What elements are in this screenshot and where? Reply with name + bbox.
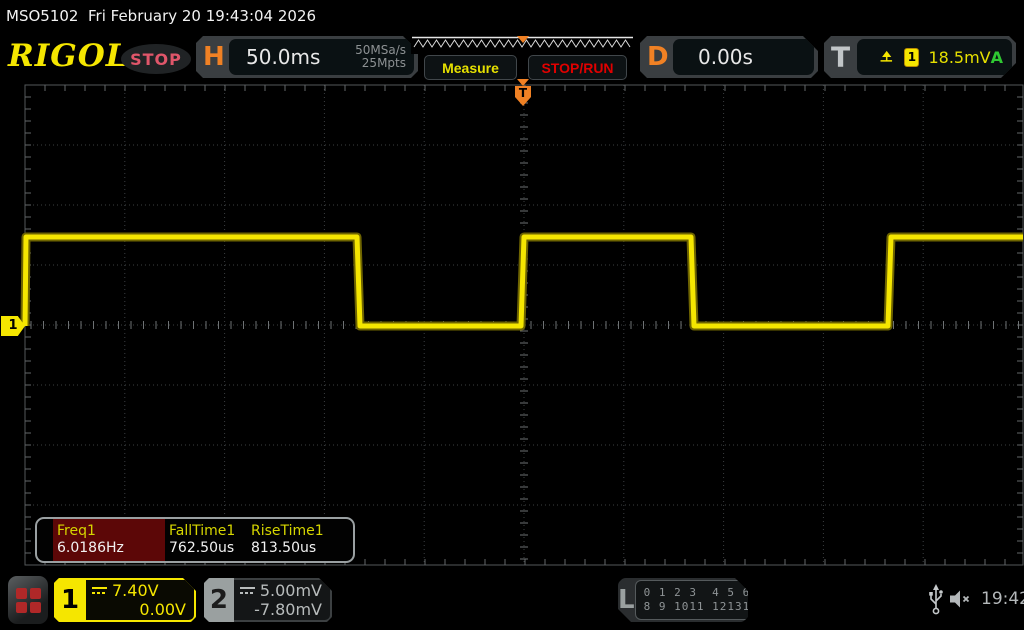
measurement-label: Freq1 bbox=[57, 523, 161, 540]
measurement-value: 813.50us bbox=[251, 540, 324, 557]
measurement-risetime1: RiseTime1 813.50us bbox=[247, 519, 328, 561]
measurement-freq1: Freq1 6.0186Hz bbox=[53, 519, 165, 561]
channel2-badge: 2 bbox=[204, 578, 234, 622]
logic-badge: L bbox=[618, 585, 635, 615]
channel1-values: 7.40V 0.00V bbox=[86, 580, 194, 620]
grid-icon bbox=[16, 588, 41, 613]
speaker-muted-icon bbox=[948, 588, 974, 610]
channel1-offset: 0.00V bbox=[92, 600, 186, 619]
channel1-block[interactable]: 1 7.40V 0.00V bbox=[54, 578, 196, 622]
measurement-label: FallTime1 bbox=[169, 523, 243, 540]
measurement-falltime1: FallTime1 762.50us bbox=[165, 519, 247, 561]
measurement-value: 762.50us bbox=[169, 540, 243, 557]
measurement-label: RiseTime1 bbox=[251, 523, 324, 540]
channel2-offset: -7.80mV bbox=[240, 600, 322, 619]
menu-grid-button[interactable] bbox=[8, 576, 48, 624]
clock: 19:42 bbox=[981, 589, 1024, 609]
usb-icon bbox=[928, 584, 944, 616]
measurement-value: 6.0186Hz bbox=[57, 540, 161, 557]
channel2-block[interactable]: 2 5.00mV -7.80mV bbox=[204, 578, 332, 622]
channel1-scale: 7.40V bbox=[112, 581, 159, 600]
measurement-panel[interactable]: Freq1 6.0186Hz FallTime1 762.50us RiseTi… bbox=[35, 517, 355, 563]
dc-coupling-icon bbox=[240, 586, 255, 595]
channel2-values: 5.00mV -7.80mV bbox=[234, 580, 330, 620]
channel1-badge: 1 bbox=[54, 578, 86, 622]
oscilloscope-screen: MSO5102 Fri February 20 19:43:04 2026 RI… bbox=[0, 0, 1024, 630]
trigger-top-arrow bbox=[517, 79, 529, 86]
dc-coupling-icon bbox=[92, 586, 107, 595]
channel2-scale: 5.00mV bbox=[260, 581, 322, 600]
logic-channels-block[interactable]: L 0 1 2 3 4 5 6 7 8 9 1011 12131415 bbox=[618, 578, 748, 622]
